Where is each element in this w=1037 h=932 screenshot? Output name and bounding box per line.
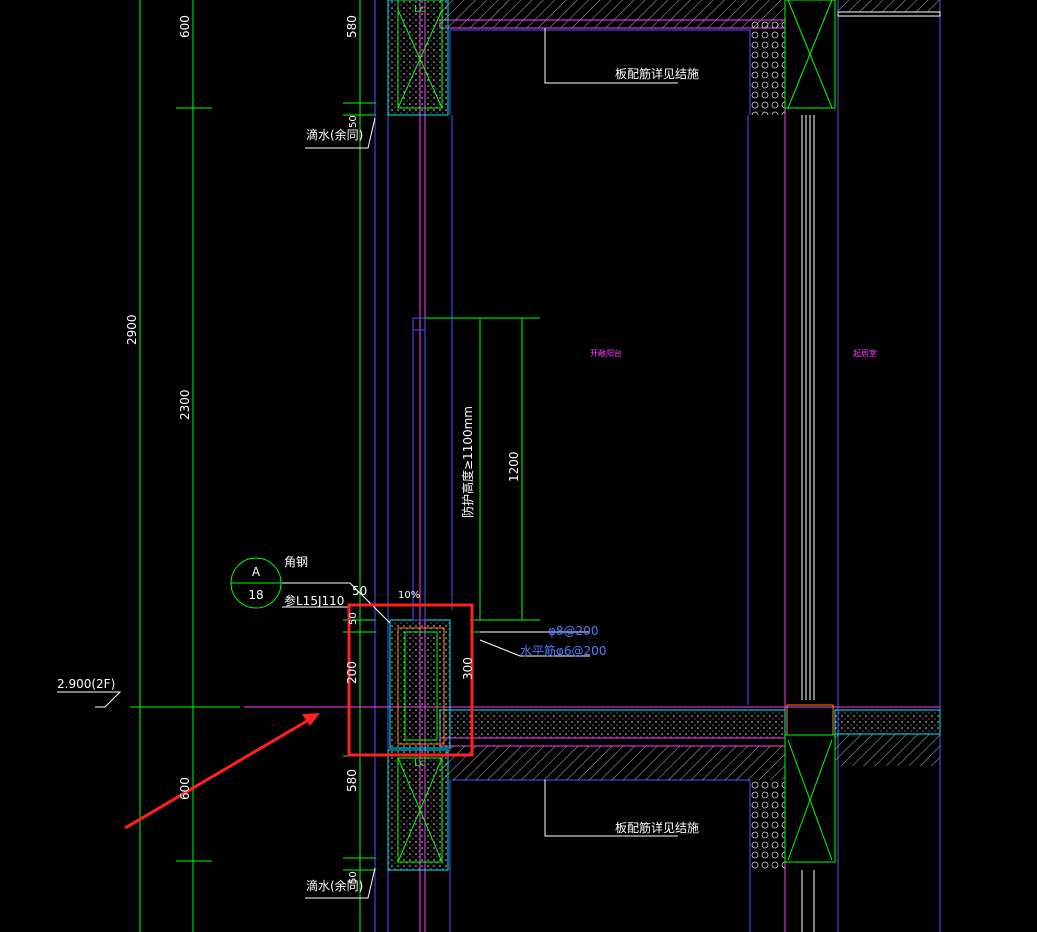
slope-label: 10% (398, 590, 420, 601)
detail-ref-label: 参L15J110 (284, 593, 344, 608)
dim-50-top: 50 (348, 115, 359, 128)
drip-label-top: 滴水(余同) (306, 127, 363, 142)
cad-drawing-canvas: A 18 600 580 50 2900 2300 1200 50 50 200… (57, 0, 941, 932)
level-label: 2.900(2F) (57, 677, 115, 691)
slab-note-bottom: 板配筋详见结施 (615, 820, 699, 835)
rebar-label-2: 水平筋φ6@200 (520, 643, 606, 658)
floor-slab (439, 704, 941, 780)
dim-600-top: 600 (178, 15, 192, 38)
rebar-label-1: φ8@200 (548, 624, 598, 638)
dim-2300: 2300 (178, 389, 192, 420)
dim-1200: 1200 (507, 451, 521, 482)
wall-top (387, 0, 941, 116)
detail-callout: A 18 (230, 557, 282, 609)
dim-200: 200 (345, 661, 359, 684)
dim-300: 300 (461, 657, 475, 680)
dim-580-top: 580 (345, 15, 359, 38)
slab-note-top: 板配筋详见结施 (615, 66, 699, 81)
lc-label-bottom: Lc (414, 758, 425, 769)
outline-lines (374, 0, 941, 932)
room-label-living: 起居室 (853, 348, 877, 358)
dim-2900: 2900 (125, 314, 139, 345)
window-mullion (801, 115, 815, 932)
dim-50-mid: 50 (352, 584, 367, 598)
dim-50-mid2: 50 (348, 612, 359, 625)
lc-label-top: Lc (414, 4, 425, 15)
room-label-balcony: 开敞阳台 (590, 348, 622, 358)
dim-600-bot: 600 (178, 777, 192, 800)
angle-steel-label: 角钢 (284, 555, 308, 569)
guard-height-label: 防护高度≥1100mm (460, 406, 475, 518)
guard-dimension (425, 317, 540, 633)
detail-callout-bottom: 18 (248, 588, 263, 602)
detail-callout-top: A (252, 565, 261, 579)
dim-580-bot: 580 (345, 769, 359, 792)
drip-label-bottom: 滴水(余同) (306, 878, 363, 893)
